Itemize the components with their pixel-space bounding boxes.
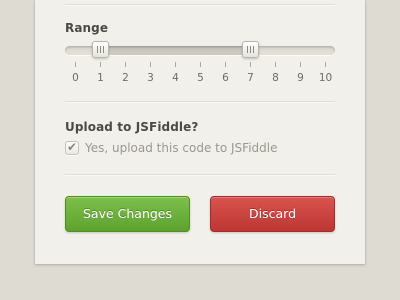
range-tick-label: 5 [197,72,204,84]
range-tick-label: 3 [147,72,154,84]
range-tick-label: 4 [172,72,179,84]
upload-checkbox[interactable]: ✔ [65,140,79,155]
range-slider-selection [100,46,250,55]
range-tick-mark [225,62,226,67]
range-tick-label: 1 [97,72,104,84]
range-tick-label: 9 [297,72,304,84]
discard-button[interactable]: Discard [210,196,335,232]
top-divider [65,4,335,6]
range-slider-high-handle[interactable] [241,41,259,58]
range-slider-track[interactable] [65,41,335,58]
save-changes-button[interactable]: Save Changes [65,196,190,232]
upload-question-label: Upload to JSFiddle? [65,120,199,134]
section-divider [65,174,335,176]
range-tick-label: 7 [247,72,254,84]
range-tick-label: 0 [72,72,79,84]
section-divider [65,101,335,103]
range-label: Range [65,21,109,35]
range-slider-low-handle[interactable] [91,41,109,58]
range-tick-label: 8 [272,72,279,84]
settings-panel: Range 0 1 2 3 4 5 6 7 8 9 10 Upload to JSFiddle? ✔… [35,0,365,264]
page-background: Range 0 1 2 3 4 5 6 7 8 9 10 Upload to JSFiddle? ✔… [0,0,400,300]
range-tick-mark [75,62,76,67]
grip-icon [246,46,254,53]
range-tick-mark [100,62,101,67]
range-tick-mark [125,62,126,67]
range-tick-mark [275,62,276,67]
range-tick-mark [325,62,326,67]
range-tick-mark [250,62,251,67]
range-tick-mark [150,62,151,67]
range-tick-mark [175,62,176,67]
range-tick-label: 2 [122,72,129,84]
range-tick-label: 10 [318,72,333,84]
grip-icon [96,46,104,53]
range-tick-mark [200,62,201,67]
range-tick-mark [300,62,301,67]
range-tick-label: 6 [222,72,229,84]
checkmark-icon: ✔ [67,140,78,154]
upload-checkbox-label[interactable]: Yes, upload this code to JSFiddle [85,141,277,155]
